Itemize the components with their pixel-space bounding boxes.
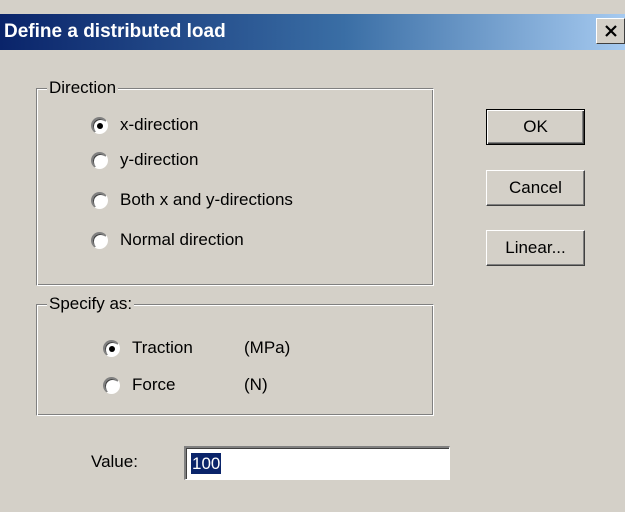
linear-button[interactable]: Linear... xyxy=(486,230,585,266)
specify-as-group: Specify as: xyxy=(36,294,434,416)
close-button[interactable] xyxy=(596,18,625,44)
radio-button-icon[interactable] xyxy=(103,339,120,357)
radio-selected-dot xyxy=(97,122,103,129)
value-label: Value: xyxy=(91,452,138,471)
radio-label: Force xyxy=(132,375,176,394)
ok-button[interactable]: OK xyxy=(486,109,585,145)
radio-y-direction[interactable]: y-direction xyxy=(91,148,198,172)
radio-both-directions[interactable]: Both x and y-directions xyxy=(91,188,293,212)
radio-label: Normal direction xyxy=(120,230,244,249)
specify-as-legend: Specify as: xyxy=(47,294,135,314)
value-input[interactable]: 100 xyxy=(184,446,450,480)
radio-label: x-direction xyxy=(120,115,199,134)
radio-traction[interactable]: Traction xyxy=(103,336,193,360)
radio-label: Both x and y-directions xyxy=(120,190,293,209)
force-unit: (N) xyxy=(244,375,268,394)
traction-unit: (MPa) xyxy=(244,338,291,357)
radio-label: y-direction xyxy=(120,150,199,169)
close-icon xyxy=(605,25,617,37)
direction-legend: Direction xyxy=(47,78,119,98)
radio-button-icon[interactable] xyxy=(91,151,108,169)
radio-x-direction[interactable]: x-direction xyxy=(91,113,198,137)
radio-force[interactable]: Force xyxy=(103,373,175,397)
title-bar[interactable]: Define a distributed load xyxy=(0,14,625,50)
radio-normal-direction[interactable]: Normal direction xyxy=(91,228,244,252)
value-text-selected: 100 xyxy=(191,453,222,474)
radio-button-icon[interactable] xyxy=(91,191,108,209)
radio-selected-dot xyxy=(109,345,115,352)
radio-button-icon[interactable] xyxy=(91,231,108,249)
cancel-button[interactable]: Cancel xyxy=(486,170,585,206)
radio-button-icon[interactable] xyxy=(91,116,108,134)
radio-label: Traction xyxy=(132,338,193,357)
radio-button-icon[interactable] xyxy=(103,376,120,394)
window-title: Define a distributed load xyxy=(4,21,226,42)
define-distributed-load-dialog: Define a distributed load Direction x-di… xyxy=(0,0,625,512)
